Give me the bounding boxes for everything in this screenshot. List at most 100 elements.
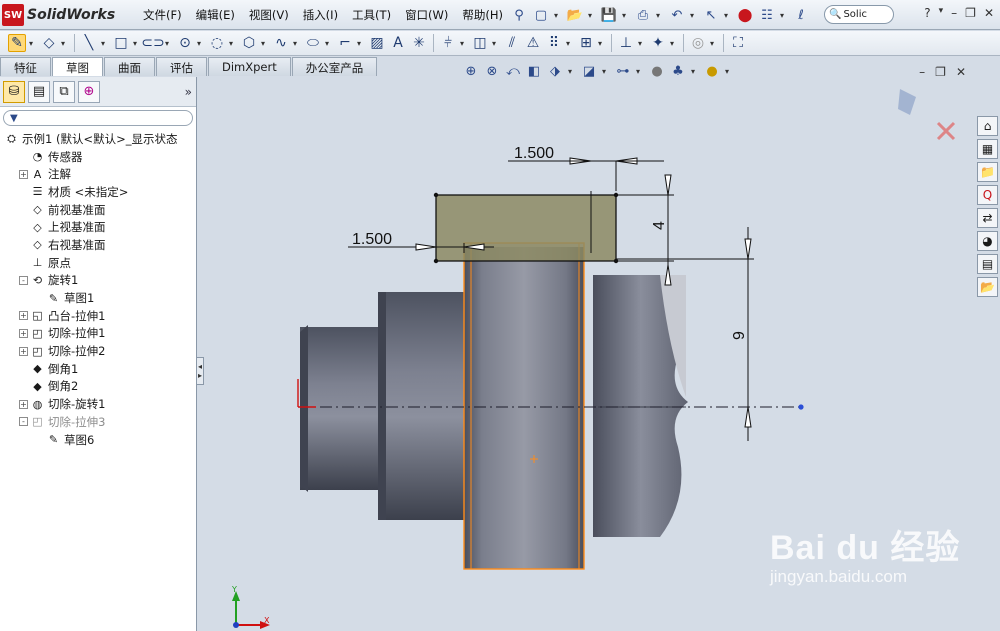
dimension-top-width-label[interactable]: 1.500 — [514, 145, 554, 162]
design-library-icon[interactable]: ▦ — [977, 139, 998, 159]
chevron-down-icon[interactable]: ▾ — [602, 67, 610, 76]
save-icon[interactable]: 💾 — [600, 6, 618, 24]
dimxpert-manager-tab-icon[interactable]: ⊕ — [78, 80, 100, 103]
chevron-down-icon[interactable]: ▾ — [724, 11, 732, 20]
close-icon[interactable]: ✕ — [984, 6, 994, 20]
expand-icon[interactable]: + — [19, 328, 28, 338]
trim-icon[interactable]: ⫩ — [439, 34, 457, 52]
chevron-right-double-icon[interactable]: » — [185, 85, 192, 99]
chevron-down-icon[interactable]: ▾ — [670, 39, 678, 48]
chevron-down-icon[interactable]: ▾ — [460, 39, 468, 48]
chevron-down-icon[interactable]: ▾ — [636, 67, 644, 76]
recent-documents-icon[interactable]: 📂 — [977, 277, 998, 297]
zoom-to-area-icon[interactable]: ⊗ — [484, 63, 500, 79]
menu-item[interactable]: 帮助(H) — [455, 7, 510, 23]
ellipse-icon[interactable]: ⬭ — [304, 34, 322, 52]
print-icon[interactable]: ⎙ — [634, 6, 652, 24]
rapid-sketch-icon[interactable]: ◎ — [689, 34, 707, 52]
tree-item[interactable]: + A 注解 — [0, 165, 196, 183]
apply-scene-icon[interactable]: ♣ — [670, 63, 686, 79]
collapse-icon[interactable]: - — [19, 275, 28, 285]
menu-item[interactable]: 窗口(W) — [398, 7, 455, 23]
tree-item[interactable]: + ◰ 切除-拉伸1 — [0, 325, 196, 343]
search-results-icon[interactable]: Q — [977, 185, 998, 205]
chevron-down-icon[interactable]: ▾ — [61, 39, 69, 48]
rebuild-traffic-light-icon[interactable]: ⬤ — [736, 6, 754, 24]
tab-item[interactable]: 特征 — [0, 57, 51, 76]
open-folder-icon[interactable]: 📂 — [566, 6, 584, 24]
chevron-down-icon[interactable]: ▾ — [638, 39, 646, 48]
fillet-icon[interactable]: ⌐ — [336, 34, 354, 52]
chevron-down-icon[interactable]: ▾ — [710, 39, 718, 48]
shaft-middle-cylinder[interactable] — [378, 292, 468, 520]
tree-item[interactable]: - ⟲ 旋转1 — [0, 272, 196, 290]
tree-item[interactable]: + ◱ 凸台-拉伸1 — [0, 307, 196, 325]
shaft-small-cylinder[interactable] — [300, 325, 380, 492]
appearances-icon[interactable]: ◕ — [977, 231, 998, 251]
previous-view-icon[interactable]: ⤺ — [505, 63, 521, 79]
chevron-down-icon[interactable]: ▾ — [588, 11, 596, 20]
chevron-down-icon[interactable]: ▾ — [568, 67, 576, 76]
tab-item[interactable]: 曲面 — [104, 57, 155, 76]
dimension-height-small-label[interactable]: 4 — [651, 221, 668, 230]
sketch-icon[interactable]: ✎ — [8, 34, 26, 52]
search-box[interactable]: 🔍 Solic — [824, 5, 894, 24]
collapse-icon[interactable]: - — [19, 417, 28, 427]
chevron-down-icon[interactable]: ▾ — [325, 39, 333, 48]
tree-item[interactable]: + ◍ 切除-旋转1 — [0, 395, 196, 413]
view-palette-icon[interactable]: ⇄ — [977, 208, 998, 228]
restore-icon[interactable]: ❐ — [965, 6, 976, 20]
command-search-icon[interactable]: ℓ — [792, 6, 810, 24]
custom-properties-icon[interactable]: ▤ — [977, 254, 998, 274]
menu-item[interactable]: 文件(F) — [136, 7, 189, 23]
app-logo[interactable]: SW SolidWorks — [2, 3, 126, 27]
plane-icon[interactable]: ▨ — [368, 34, 386, 52]
point-icon[interactable]: ✳ — [410, 34, 428, 52]
options-icon[interactable]: ☷ — [758, 6, 776, 24]
relations-icon[interactable]: ⊥ — [617, 34, 635, 52]
slot-icon[interactable]: ⊂⊃ — [141, 34, 164, 52]
tree-item[interactable]: ⊥ 原点 — [0, 254, 196, 272]
repair-sketch-icon[interactable]: ✦ — [649, 34, 667, 52]
hide-show-items-icon[interactable]: ⊶ — [615, 63, 631, 79]
tree-item[interactable]: - ◰ 切除-拉伸3 — [0, 413, 196, 431]
chevron-down-icon[interactable]: ▾ — [357, 39, 365, 48]
chevron-down-icon[interactable]: ▾ — [780, 11, 788, 20]
tree-item[interactable]: ◇ 前视基准面 — [0, 201, 196, 219]
center-band-body[interactable] — [463, 242, 585, 570]
chevron-down-icon[interactable]: ▾ — [293, 39, 301, 48]
menu-item[interactable]: 视图(V) — [242, 7, 296, 23]
dimension-left-width-label[interactable]: 1.500 — [352, 231, 392, 248]
chevron-down-icon[interactable]: ▾ — [554, 11, 562, 20]
chevron-down-icon[interactable]: ▾ — [492, 39, 500, 48]
chevron-down-icon[interactable]: ▾ — [261, 39, 269, 48]
menu-item[interactable]: 编辑(E) — [189, 7, 242, 23]
help-icon[interactable]: ? — [924, 6, 930, 20]
instant-3d-icon[interactable]: ⛶ — [729, 34, 747, 52]
tree-item[interactable]: ◆ 倒角1 — [0, 360, 196, 378]
property-manager-tab-icon[interactable]: ▤ — [28, 80, 50, 103]
dimension-height-large-label[interactable]: 9 — [731, 331, 748, 340]
expand-icon[interactable]: + — [19, 311, 28, 321]
smart-dimension-icon[interactable]: ◇ — [40, 34, 58, 52]
line-icon[interactable]: ╲ — [80, 34, 98, 52]
solidworks-resources-icon[interactable]: ⌂ — [977, 116, 998, 136]
minimize-icon[interactable]: – — [951, 6, 957, 20]
circle-icon[interactable]: ⊙ — [176, 34, 194, 52]
tree-item[interactable]: ✎ 草图6 — [0, 431, 196, 449]
zoom-to-fit-icon[interactable]: ⊕ — [463, 63, 479, 79]
chevron-down-icon[interactable]: ▾ — [691, 67, 699, 76]
rectangle-icon[interactable]: □ — [112, 34, 130, 52]
convert-entities-icon[interactable]: ◫ — [471, 34, 489, 52]
spline-icon[interactable]: ∿ — [272, 34, 290, 52]
tree-item[interactable]: ◇ 上视基准面 — [0, 218, 196, 236]
pin-icon[interactable]: ⚲ — [510, 6, 528, 24]
expand-icon[interactable]: + — [19, 169, 28, 179]
confirmation-corner[interactable] — [898, 89, 956, 141]
tree-item[interactable]: ⛭ 示例1 (默认<默认>_显示状态 — [0, 130, 196, 148]
new-document-icon[interactable]: ▢ — [532, 6, 550, 24]
section-view-icon[interactable]: ◧ — [526, 63, 542, 79]
tab-item[interactable]: 草图 — [52, 57, 103, 76]
chevron-down-icon[interactable]: ▾ — [133, 39, 141, 48]
menu-item[interactable]: 插入(I) — [296, 7, 345, 23]
